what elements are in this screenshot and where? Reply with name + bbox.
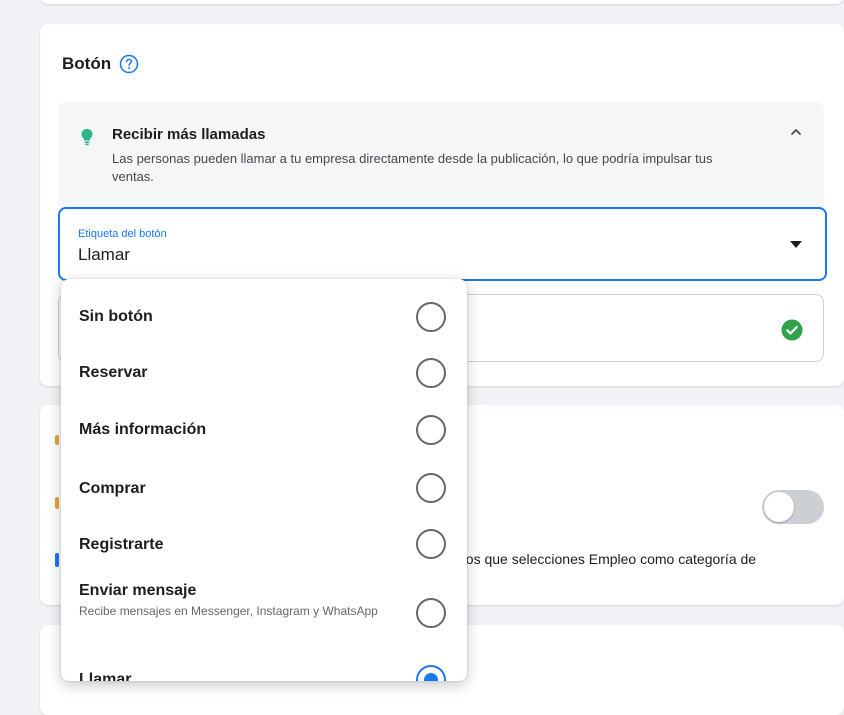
option-llamar[interactable]: Llamar bbox=[61, 649, 467, 681]
section-title: Botón bbox=[62, 54, 139, 74]
option-sin-boton[interactable]: Sin botón bbox=[61, 289, 467, 345]
select-value: Llamar bbox=[78, 245, 130, 264]
chevron-up-icon[interactable] bbox=[788, 124, 804, 140]
option-label: Más información bbox=[79, 421, 207, 438]
option-label: Enviar mensaje bbox=[79, 582, 197, 599]
partial-icon bbox=[55, 497, 59, 509]
option-enviar-mensaje[interactable]: Enviar mensaje Recibe mensajes en Messen… bbox=[61, 575, 467, 647]
section-title-text: Botón bbox=[62, 54, 112, 73]
option-registrarte[interactable]: Registrarte bbox=[61, 516, 467, 572]
button-label-select[interactable]: Etiqueta del botón Llamar bbox=[58, 207, 827, 281]
employment-toggle[interactable] bbox=[762, 490, 824, 524]
option-mas-informacion[interactable]: Más información bbox=[61, 402, 467, 458]
lightbulb-icon bbox=[81, 129, 93, 146]
tip-description: Las personas pueden llamar a tu empresa … bbox=[112, 151, 713, 184]
radio-mas-informacion[interactable] bbox=[416, 415, 446, 445]
caret-down-icon[interactable] bbox=[789, 239, 803, 249]
partial-icon bbox=[55, 553, 59, 567]
radio-reservar[interactable] bbox=[416, 358, 446, 388]
select-label: Etiqueta del botón bbox=[78, 228, 167, 240]
toggle-knob bbox=[764, 492, 794, 522]
previous-card bbox=[40, 0, 844, 4]
radio-enviar-mensaje[interactable] bbox=[416, 598, 446, 628]
check-circle-icon bbox=[781, 319, 803, 341]
radio-llamar[interactable] bbox=[416, 665, 446, 681]
radio-registrarte[interactable] bbox=[416, 529, 446, 559]
option-comprar[interactable]: Comprar bbox=[61, 459, 467, 515]
option-label: Registrarte bbox=[79, 536, 164, 553]
partial-icon bbox=[55, 435, 59, 445]
question-circle-icon[interactable] bbox=[119, 54, 139, 74]
radio-sin-boton[interactable] bbox=[416, 302, 446, 332]
option-description: Recibe mensajes en Messenger, Instagram … bbox=[79, 604, 378, 618]
option-label: Comprar bbox=[79, 480, 146, 497]
employment-description: nos que selecciones Empleo como categorí… bbox=[458, 551, 757, 567]
option-label: Sin botón bbox=[79, 308, 153, 325]
button-label-dropdown: Sin botón Reservar Más información Compr… bbox=[61, 279, 467, 681]
tip-box: Recibir más llamadas Las personas pueden… bbox=[58, 102, 824, 212]
radio-comprar[interactable] bbox=[416, 473, 446, 503]
option-reservar[interactable]: Reservar bbox=[61, 345, 467, 401]
option-label: Llamar bbox=[79, 671, 132, 681]
tip-title: Recibir más llamadas bbox=[112, 126, 266, 143]
option-label: Reservar bbox=[79, 364, 148, 381]
